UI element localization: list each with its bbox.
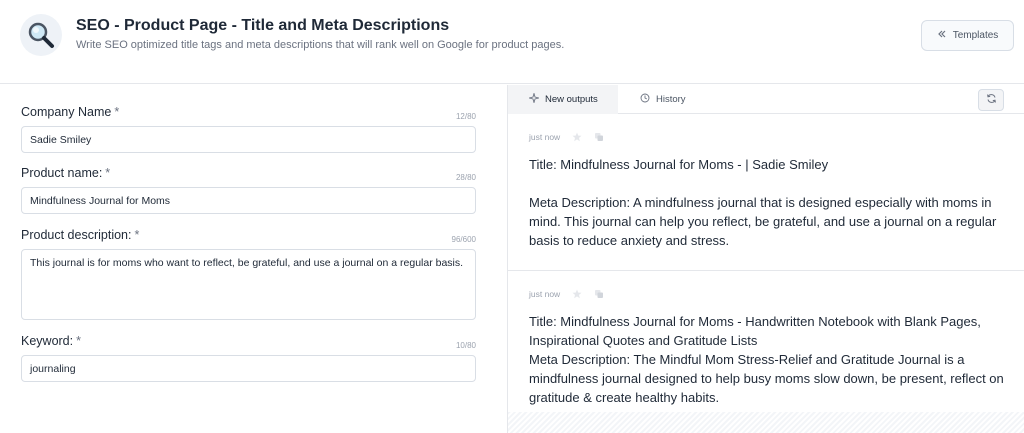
required-marker: *	[105, 166, 111, 180]
tab-history[interactable]: History	[640, 85, 686, 114]
tab-new-outputs-label: New outputs	[545, 94, 598, 105]
output-meta: just now	[529, 132, 604, 142]
product-name-input[interactable]: Mindfulness Journal for Moms	[21, 187, 476, 214]
refresh-button[interactable]	[978, 89, 1004, 111]
output-card: just now Title: Mindfulness Journal for …	[508, 272, 1024, 412]
input-form: Company Name * 12/80 Sadie Smiley Product…	[0, 85, 507, 433]
magnifier-icon	[20, 14, 62, 56]
keyword-counter: 10/80	[455, 341, 476, 350]
product-description-label: Product description: *	[21, 228, 139, 242]
company-name-counter: 12/80	[455, 112, 476, 121]
product-name-label: Product name: *	[21, 166, 110, 180]
refresh-icon	[986, 91, 997, 109]
output-text: Title: Mindfulness Journal for Moms - | …	[529, 157, 997, 248]
company-name-input[interactable]: Sadie Smiley	[21, 126, 476, 153]
company-name-label-text: Company Name	[21, 105, 112, 119]
product-name-counter: 28/80	[455, 173, 476, 182]
required-marker: *	[134, 228, 140, 242]
output-meta: just now	[529, 289, 604, 299]
product-name-label-text: Product name:	[21, 166, 103, 180]
output-timestamp: just now	[529, 289, 561, 299]
product-description-textarea[interactable]: This journal is for moms who want to ref…	[21, 249, 476, 320]
company-name-label: Company Name *	[21, 105, 119, 119]
sparkle-icon	[527, 91, 541, 106]
keyword-label-text: Keyword:	[21, 334, 74, 348]
outputs-panel: New outputs History just now Title: Mind…	[507, 85, 1024, 433]
clock-icon	[640, 93, 650, 106]
output-card: just now Title: Mindfulness Journal for …	[508, 115, 1024, 271]
templates-label: Templates	[952, 30, 999, 41]
page-title: SEO - Product Page - Title and Meta Desc…	[76, 17, 450, 34]
keyword-input[interactable]: journaling	[21, 355, 476, 382]
product-description-label-text: Product description:	[21, 228, 132, 242]
output-timestamp: just now	[529, 132, 561, 142]
copy-icon[interactable]	[594, 289, 604, 299]
tab-new-outputs[interactable]: New outputs	[508, 85, 618, 114]
output-text: Title: Mindfulness Journal for Moms - Ha…	[529, 314, 1004, 405]
copy-icon[interactable]	[594, 132, 604, 142]
star-icon[interactable]	[572, 132, 582, 142]
required-marker: *	[114, 105, 120, 119]
star-icon[interactable]	[572, 289, 582, 299]
tab-history-label: History	[656, 94, 686, 105]
page-header: SEO - Product Page - Title and Meta Desc…	[0, 0, 1024, 84]
double-chevron-left-icon	[937, 29, 947, 42]
required-marker: *	[76, 334, 81, 348]
bottom-divider-pattern	[508, 412, 1024, 433]
output-tabs: New outputs History	[508, 85, 1024, 114]
product-description-counter: 96/600	[451, 235, 476, 244]
keyword-label: Keyword: *	[21, 334, 81, 348]
page-subtitle: Write SEO optimized title tags and meta …	[76, 39, 565, 51]
templates-button[interactable]: Templates	[921, 20, 1014, 51]
